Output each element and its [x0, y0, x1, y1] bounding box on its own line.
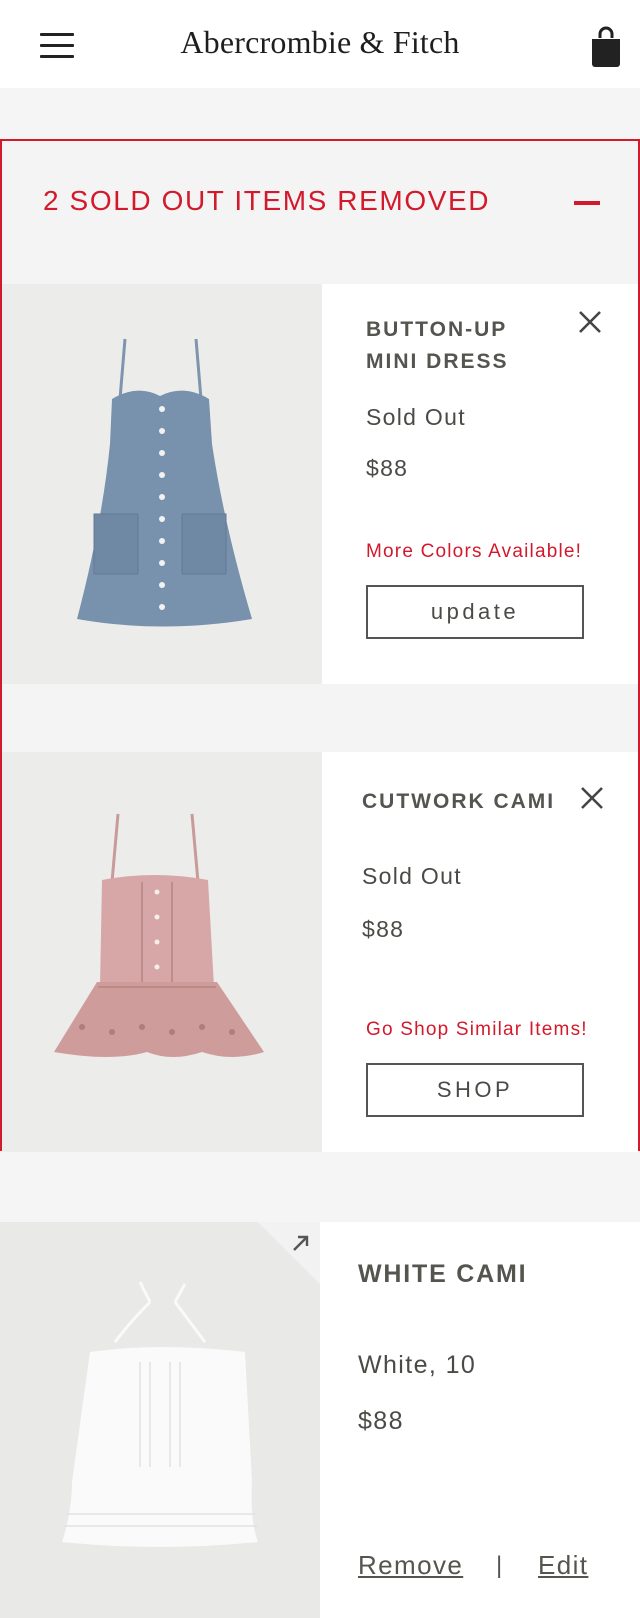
product-image-button-up-mini-dress[interactable] — [2, 284, 322, 684]
product-price: $88 — [362, 916, 405, 942]
site-header: Abercrombie & Fitch — [0, 0, 640, 88]
product-price: $88 — [358, 1407, 404, 1435]
stock-status: Sold Out — [366, 404, 466, 430]
more-colors-message: More Colors Available! — [366, 541, 583, 562]
product-name[interactable]: BUTTON-UP — [366, 314, 507, 346]
expand-arrow-icon[interactable] — [290, 1232, 312, 1254]
stock-status: Sold Out — [362, 863, 462, 889]
remove-link[interactable]: Remove — [358, 1550, 463, 1581]
product-name[interactable]: WHITE CAMI — [358, 1260, 527, 1289]
sold-out-panel-toggle[interactable]: 2 SOLD OUT ITEMS REMOVED — [2, 141, 638, 284]
sold-out-title: 2 SOLD OUT ITEMS REMOVED — [43, 185, 491, 216]
product-image-white-cami[interactable] — [0, 1222, 320, 1618]
product-name[interactable]: CUTWORK CAMI — [362, 786, 555, 818]
shopping-bag-icon[interactable] — [590, 26, 622, 68]
dress-illustration — [2, 284, 322, 684]
shop-button[interactable]: SHOP — [366, 1063, 584, 1117]
update-button[interactable]: update — [366, 585, 584, 639]
sold-out-item: BUTTON-UP MINI DRESS Sold Out $88 More C… — [2, 284, 638, 684]
white-cami-illustration — [0, 1222, 320, 1618]
close-icon[interactable] — [578, 784, 606, 812]
edit-link[interactable]: Edit — [538, 1550, 588, 1581]
product-variant: White, 10 — [358, 1351, 477, 1379]
link-separator: | — [496, 1552, 503, 1579]
brand-logo[interactable]: Abercrombie & Fitch — [0, 24, 640, 61]
cami-illustration — [2, 752, 322, 1152]
shop-similar-message: Go Shop Similar Items! — [366, 1019, 588, 1040]
product-name-line-2[interactable]: MINI DRESS — [366, 346, 509, 378]
sold-out-items-panel: 2 SOLD OUT ITEMS REMOVED BUTTON-UP MINI … — [0, 139, 640, 1152]
product-image-cutwork-cami[interactable] — [2, 752, 322, 1152]
sold-out-item: CUTWORK CAMI Sold Out $88 Go Shop Simila… — [2, 752, 638, 1152]
product-price: $88 — [366, 455, 409, 481]
close-icon[interactable] — [576, 308, 604, 336]
minus-icon[interactable] — [574, 201, 600, 205]
cart-item: WHITE CAMI White, 10 $88 Remove | Edit — [0, 1222, 640, 1618]
